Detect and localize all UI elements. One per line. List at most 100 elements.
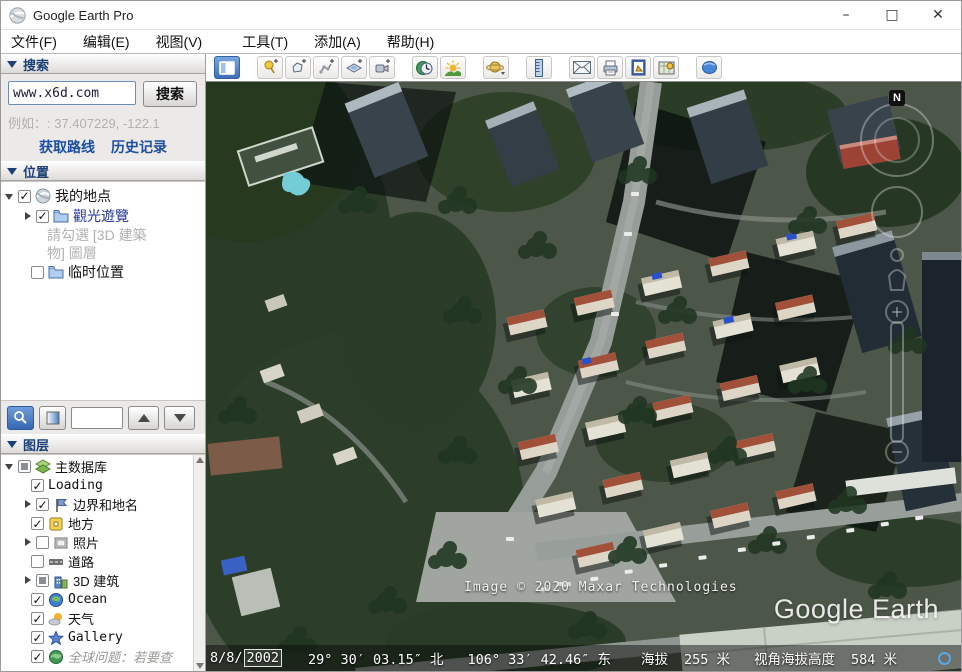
tree-item-temporary-places[interactable]: 临时位置	[1, 262, 205, 282]
temporary-places-label: 临时位置	[68, 262, 124, 282]
save-image-icon	[631, 59, 646, 76]
save-image-button[interactable]	[625, 56, 651, 79]
checkbox-checked[interactable]: ✓	[31, 517, 44, 530]
add-placemark-button[interactable]	[257, 56, 283, 79]
places-filter-input[interactable]	[71, 407, 123, 429]
menu-add[interactable]: 添加(A)	[314, 32, 361, 52]
global-awareness-globe-icon	[48, 649, 64, 665]
eye-altitude-label: 视角海拔高度	[754, 648, 835, 668]
snapshot-view-button[interactable]	[39, 406, 66, 430]
menu-file[interactable]: 文件(F)	[11, 32, 57, 52]
layer-roads[interactable]: 道路	[1, 552, 205, 571]
layer-ocean[interactable]: ✓ Ocean	[1, 590, 205, 609]
imagery-copyright: Image © 2020 Maxar Technologies	[464, 580, 738, 595]
history-link[interactable]: 历史记录	[111, 137, 167, 157]
tree-item-my-places[interactable]: ✓ 我的地点	[1, 186, 205, 206]
close-button[interactable]: ✕	[915, 1, 961, 29]
menu-help[interactable]: 帮助(H)	[387, 32, 434, 52]
move-up-button[interactable]	[128, 406, 159, 430]
expander-icon[interactable]	[23, 538, 32, 547]
tree-item-sightseeing[interactable]: ✓ 觀光遊覽	[1, 206, 205, 226]
places-panel-title: 位置	[23, 162, 49, 181]
collapse-triangle-icon	[7, 168, 17, 175]
layers-panel-header[interactable]: 图层	[1, 434, 205, 454]
historical-imagery-icon	[416, 59, 434, 77]
expander-icon[interactable]	[23, 500, 32, 509]
checkbox-partial[interactable]	[18, 460, 31, 473]
look-joystick[interactable]	[872, 187, 922, 237]
search-places-button[interactable]	[7, 406, 34, 430]
record-tour-button[interactable]	[369, 56, 395, 79]
menu-tools[interactable]: 工具(T)	[242, 32, 288, 52]
layer-borders-labels[interactable]: ✓ 边界和地名	[1, 495, 205, 514]
search-button[interactable]: 搜索	[143, 81, 197, 107]
expander-icon[interactable]	[23, 212, 32, 221]
magnifier-icon	[13, 410, 28, 425]
planets-button[interactable]	[483, 56, 509, 79]
search-panel-header[interactable]: 搜索	[1, 54, 205, 74]
minimize-button[interactable]: –	[823, 1, 869, 29]
checkbox-checked[interactable]: ✓	[18, 190, 31, 203]
view-in-maps-button[interactable]	[653, 56, 679, 79]
layer-global-awareness[interactable]: ✓ 全球问题：若要查	[1, 647, 205, 666]
menu-edit[interactable]: 编辑(E)	[83, 32, 130, 52]
menu-view[interactable]: 视图(V)	[156, 32, 203, 52]
checkbox-checked[interactable]: ✓	[31, 612, 44, 625]
planets-saturn-icon	[486, 59, 506, 76]
expander-icon[interactable]	[5, 192, 14, 201]
maximize-button[interactable]: □	[869, 1, 915, 29]
sunlight-button[interactable]	[440, 56, 466, 79]
print-button[interactable]	[597, 56, 623, 79]
sidebar-toggle-icon	[219, 61, 235, 75]
layer-places[interactable]: ✓ 地方	[1, 514, 205, 533]
main-toolbar	[206, 54, 961, 82]
checkbox-checked[interactable]: ✓	[31, 593, 44, 606]
checkbox-checked[interactable]: ✓	[31, 650, 44, 663]
checkbox-checked[interactable]: ✓	[36, 498, 49, 511]
timeline-year-handle[interactable]: 2002	[244, 649, 283, 667]
layer-weather[interactable]: ✓ 天气	[1, 609, 205, 628]
ruler-button[interactable]	[526, 56, 552, 79]
checkbox-checked[interactable]: ✓	[36, 210, 49, 223]
get-directions-link[interactable]: 获取路线	[39, 137, 95, 157]
scroll-up-icon[interactable]	[196, 457, 204, 463]
layer-primary-database[interactable]: 主数据库	[1, 457, 205, 476]
zoom-slider[interactable]	[886, 301, 908, 463]
places-panel-header[interactable]: 位置	[1, 161, 205, 181]
checkbox-unchecked[interactable]	[31, 555, 44, 568]
elevation-label: 海拔	[641, 648, 668, 668]
checkbox-unchecked[interactable]	[31, 266, 44, 279]
sidebar-toggle-button[interactable]	[214, 56, 240, 79]
view-in-maps-icon	[658, 60, 675, 76]
checkbox-partial[interactable]	[36, 574, 49, 587]
navigation-controls: N	[853, 90, 943, 490]
move-down-button[interactable]	[164, 406, 195, 430]
layer-gallery[interactable]: ✓ Gallery	[1, 628, 205, 647]
expander-icon[interactable]	[23, 576, 32, 585]
database-layers-icon	[35, 459, 51, 475]
map-viewport[interactable]: Image © 2020 Maxar Technologies Google E…	[206, 82, 961, 671]
email-button[interactable]	[569, 56, 595, 79]
layers-scrollbar[interactable]	[193, 455, 205, 671]
expander-icon[interactable]	[5, 462, 14, 471]
checkbox-checked[interactable]: ✓	[31, 631, 44, 644]
flag-icon	[53, 497, 69, 513]
compass-ring[interactable]	[861, 104, 933, 176]
compass-north-badge[interactable]: N	[889, 90, 905, 106]
scroll-down-icon[interactable]	[196, 663, 204, 669]
layer-loading[interactable]: ✓ Loading	[1, 476, 205, 495]
checkbox-checked[interactable]: ✓	[31, 479, 44, 492]
add-polygon-button[interactable]	[285, 56, 311, 79]
places-note-line1: 請勾選 [3D 建築	[1, 226, 205, 244]
layer-photos[interactable]: 照片	[1, 533, 205, 552]
globe-share-button[interactable]	[696, 56, 722, 79]
print-icon	[602, 60, 619, 76]
pegman-icon[interactable]	[889, 249, 905, 290]
search-input[interactable]	[8, 81, 136, 105]
checkbox-unchecked[interactable]	[36, 536, 49, 549]
historical-imagery-button[interactable]	[412, 56, 438, 79]
add-path-button[interactable]	[313, 56, 339, 79]
layer-3d-buildings[interactable]: 3D 建筑	[1, 571, 205, 590]
search-panel-title: 搜索	[23, 55, 49, 74]
add-image-overlay-button[interactable]	[341, 56, 367, 79]
